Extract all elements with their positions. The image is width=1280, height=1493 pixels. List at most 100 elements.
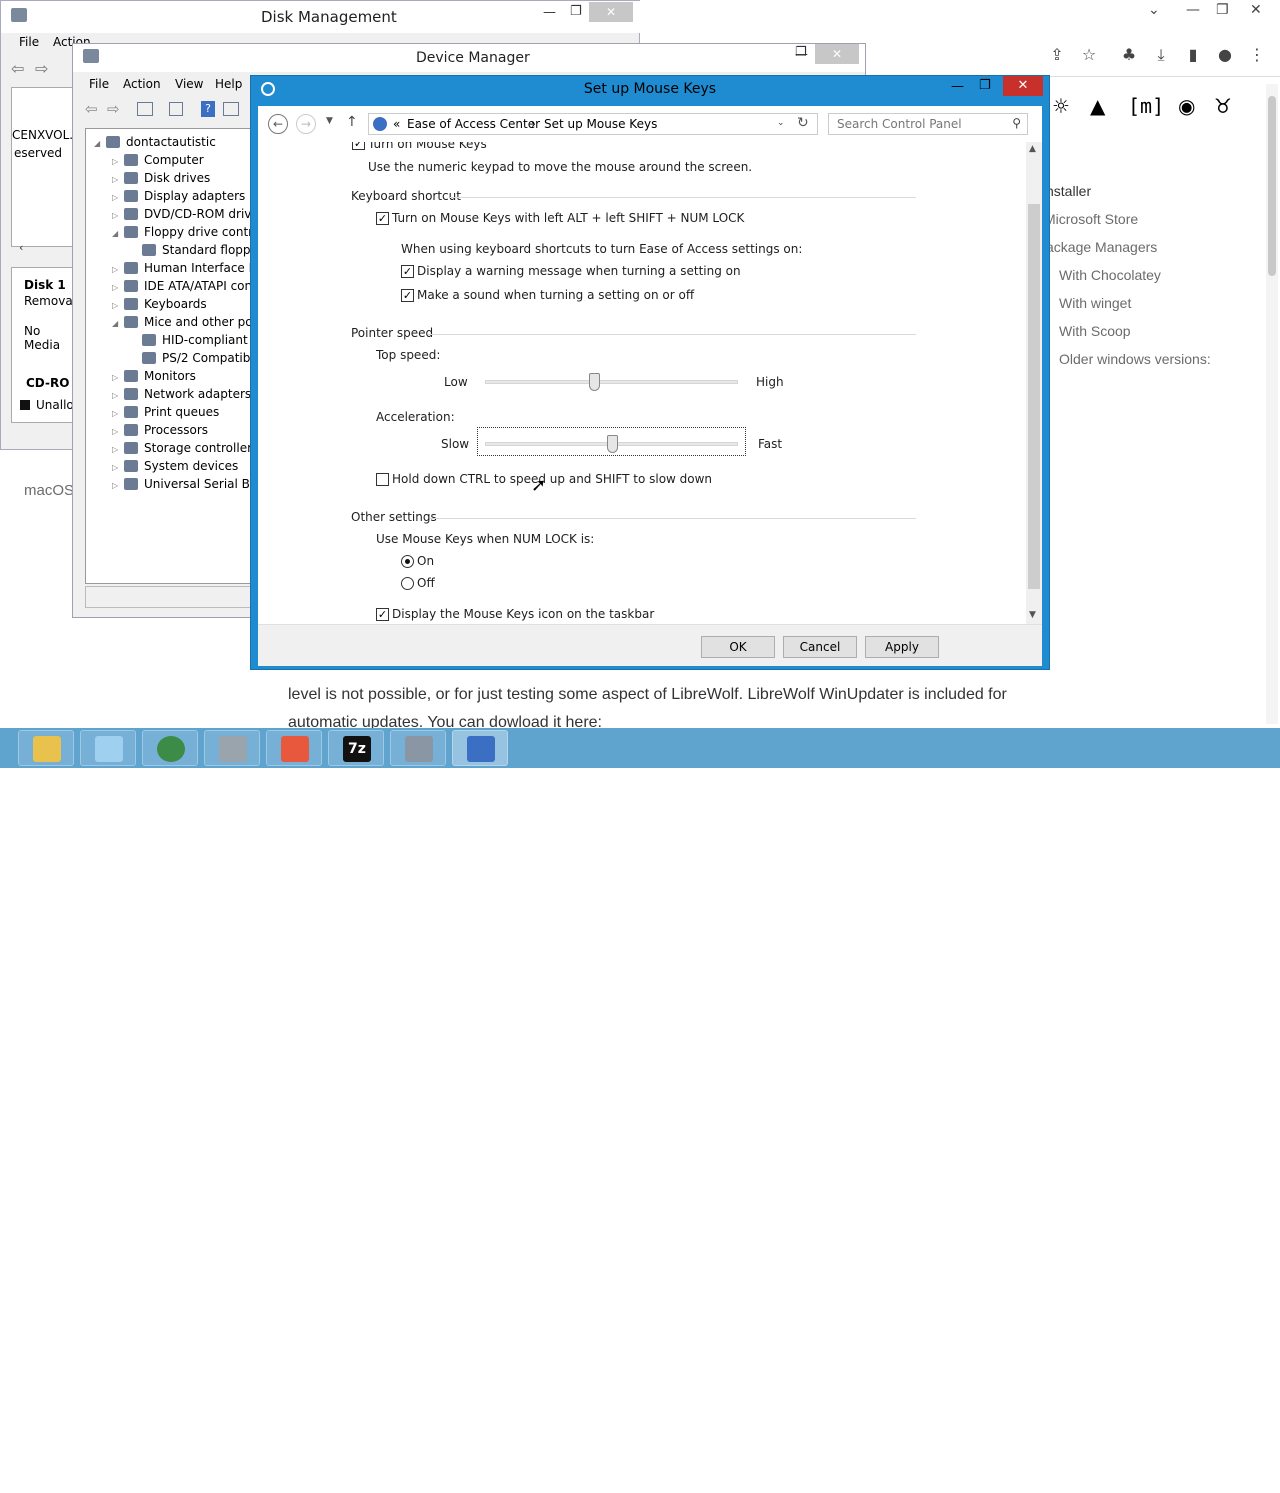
minimize-icon[interactable]: — (1186, 2, 1200, 18)
matrix-logo-icon[interactable]: [m] (1128, 92, 1164, 120)
tab-search-icon[interactable]: ⌄ (1148, 2, 1160, 18)
expand-arrow-icon[interactable]: ◢ (112, 225, 124, 243)
scroll-up-icon[interactable]: ▲ (1029, 144, 1036, 154)
recent-pages-icon[interactable]: ▼ (326, 116, 333, 126)
lemmy-logo-icon[interactable]: ♉ (1214, 92, 1232, 120)
taskbar-notepad[interactable] (80, 730, 136, 766)
content-scrollbar[interactable]: ▲ ▼ (1026, 142, 1042, 624)
cancel-button[interactable]: Cancel (783, 636, 857, 658)
top-speed-slider-track[interactable] (485, 380, 738, 384)
close-button[interactable]: ✕ (589, 2, 633, 22)
expand-arrow-icon[interactable]: ◢ (94, 135, 106, 153)
breadcrumb-more[interactable]: « (393, 117, 400, 131)
taskbar-windows[interactable] (266, 730, 322, 766)
sun-icon[interactable]: ☼ (1052, 92, 1070, 120)
extension-icon[interactable]: ♣ (1120, 46, 1138, 64)
shortcut-turn-on-checkbox[interactable]: ✓ (376, 212, 389, 225)
taskbar-7zip[interactable]: 7z (328, 730, 384, 766)
num-lock-on-radio[interactable] (401, 555, 414, 568)
turn-on-mouse-keys-checkbox[interactable]: ✓ (352, 142, 365, 150)
menu-help[interactable]: Help (215, 77, 242, 91)
sidebar-link-package-managers[interactable]: ackage Managers (1046, 239, 1157, 255)
expand-arrow-icon[interactable]: ▷ (112, 477, 124, 495)
tree-item[interactable]: ▷ Monitors (112, 367, 196, 385)
expand-arrow-icon[interactable]: ◢ (112, 315, 124, 333)
tree-item[interactable]: ◢ Mice and other poin (112, 313, 254, 333)
volume-icon[interactable]: ◀ (1172, 1468, 1182, 1483)
close-button[interactable]: ✕ (815, 44, 859, 64)
properties-icon[interactable] (137, 102, 153, 116)
arch-logo-icon[interactable]: ▲ (1090, 92, 1105, 120)
tree-item[interactable]: ▷ Network adapters (112, 385, 251, 403)
action-center-icon[interactable]: ⚑ (1124, 1468, 1136, 1483)
tree-item[interactable]: ▷ Computer (112, 151, 204, 169)
maximize-button[interactable]: ❐ (979, 78, 991, 93)
sidebar-link-older-versions[interactable]: Older windows versions: (1059, 351, 1211, 367)
taskbar-disk-management[interactable] (204, 730, 260, 766)
sidebar-link-installer[interactable]: nstaller (1046, 183, 1091, 199)
mouse-keys-tray-icon[interactable]: ▣ (1094, 1468, 1106, 1483)
reddit-logo-icon[interactable]: ◉ (1178, 92, 1195, 120)
tree-item[interactable]: ▷ Disk drives (112, 169, 210, 187)
tree-item[interactable]: ▷ Print queues (112, 403, 219, 421)
scrollbar-thumb[interactable] (1028, 204, 1040, 589)
back-icon[interactable]: ⇦ (85, 100, 98, 118)
num-lock-off-radio[interactable] (401, 577, 414, 590)
maximize-button[interactable]: ❐ (795, 45, 807, 60)
download-icon[interactable]: ⤓ (1152, 46, 1170, 64)
breadcrumb-mouse-keys[interactable]: Set up Mouse Keys (544, 117, 657, 131)
tree-item[interactable]: ▷ Human Interface De (112, 259, 254, 277)
system-clock[interactable]: 12:36 PM 7/28/2024 (1185, 1461, 1275, 1493)
acceleration-slider-thumb[interactable] (606, 435, 618, 453)
disk-graphic-pane[interactable]: Disk 1 Removab No Media CD-RO Unalloc (11, 267, 80, 423)
taskbar-control-panel[interactable] (452, 730, 508, 766)
minimize-button[interactable]: — (543, 5, 556, 20)
sidebar-icon[interactable]: ▮ (1184, 46, 1202, 64)
title-bar[interactable]: Disk Management — ❐ ✕ (1, 1, 641, 33)
menu-icon[interactable]: ⋮ (1248, 46, 1266, 64)
maximize-button[interactable]: ❐ (570, 4, 582, 19)
forward-icon[interactable]: ⇨ (35, 59, 48, 78)
display-icon-checkbox[interactable]: ✓ (376, 608, 389, 621)
menu-action[interactable]: Action (123, 77, 161, 91)
tree-item[interactable]: ▷ DVD/CD-ROM drive (112, 205, 254, 223)
breadcrumb-ease-of-access[interactable]: Ease of Access Center (407, 117, 540, 131)
scan-icon[interactable] (223, 102, 239, 116)
sidebar-link-winget[interactable]: With winget (1059, 295, 1131, 311)
tree-item[interactable]: ▷ Processors (112, 421, 208, 439)
taskbar-explorer[interactable] (18, 730, 74, 766)
tree-item[interactable]: ▷ Storage controllers (112, 439, 254, 457)
title-bar[interactable]: Device Manager — ❐ ✕ (73, 44, 865, 72)
warning-message-checkbox[interactable]: ✓ (401, 265, 414, 278)
device-tree[interactable]: ◢ dontactautistic ▷ Computer ▷ Disk drives ▷ Di… (85, 128, 255, 584)
sidebar-link-chocolatey[interactable]: With Chocolatey (1059, 267, 1161, 283)
top-speed-slider-thumb[interactable] (588, 373, 600, 391)
bookmark-star-icon[interactable]: ☆ (1080, 46, 1098, 64)
mouse-keys-dialog[interactable]: Set up Mouse Keys — ❐ ✕ ← → ▼ ↑ « Ease o… (250, 75, 1050, 670)
apply-button[interactable]: Apply (865, 636, 939, 658)
make-sound-checkbox[interactable]: ✓ (401, 289, 414, 302)
page-scrollbar[interactable] (1266, 84, 1278, 724)
left-nav-macos[interactable]: macOS (24, 482, 74, 499)
close-button[interactable]: ✕ (1003, 76, 1043, 96)
close-icon[interactable]: ✕ (1250, 2, 1262, 18)
sidebar-link-scoop[interactable]: With Scoop (1059, 323, 1131, 339)
back-button[interactable]: ← (268, 114, 288, 134)
sidebar-link-store[interactable]: Microsoft Store (1044, 211, 1138, 227)
tree-item[interactable]: ▷ System devices (112, 457, 238, 475)
search-input[interactable]: Search Control Panel ⚲ (828, 113, 1028, 135)
address-dropdown-icon[interactable]: ⌄ (777, 118, 785, 128)
share-icon[interactable]: ⇪ (1048, 46, 1066, 64)
maximize-icon[interactable]: ❐ (1216, 2, 1229, 18)
volume-list[interactable]: CENXVOL... eserved (11, 87, 81, 247)
back-icon[interactable]: ⇦ (11, 59, 24, 78)
address-bar[interactable]: « Ease of Access Center › Set up Mouse K… (368, 113, 818, 135)
menu-file[interactable]: File (19, 35, 39, 49)
tree-item[interactable]: HID-compliant (130, 331, 248, 349)
update-icon[interactable] (169, 102, 183, 116)
tree-item[interactable]: ▷ Display adapters (112, 187, 245, 205)
menu-view[interactable]: View (175, 77, 203, 91)
taskbar-device-manager[interactable] (390, 730, 446, 766)
ok-button[interactable]: OK (701, 636, 775, 658)
title-bar[interactable]: Set up Mouse Keys — ❐ ✕ (251, 76, 1049, 104)
